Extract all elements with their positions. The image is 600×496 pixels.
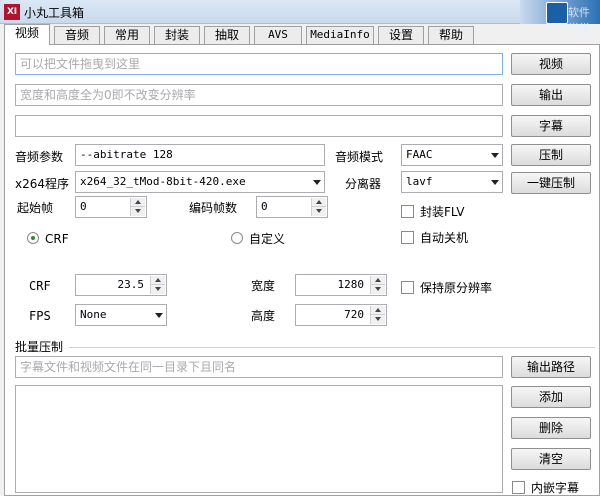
mux-flv-label: 封装FLV — [420, 205, 465, 219]
crf-spinner[interactable]: 23.5 — [75, 274, 167, 296]
custom-radio-label: 自定义 — [249, 232, 286, 246]
tab-mux[interactable]: 封装 — [154, 26, 200, 44]
audio-mode-value: FAAC — [406, 148, 433, 161]
height-value: 720 — [344, 308, 364, 321]
add-button[interactable]: 添加 — [511, 386, 591, 408]
encode-frames-value: 0 — [261, 200, 268, 213]
window-title: 小丸工具箱 — [24, 6, 85, 20]
height-label: 高度 — [251, 309, 276, 323]
tab-audio[interactable]: 音频 — [54, 26, 100, 44]
demuxer-select[interactable]: lavf — [401, 171, 503, 193]
spin-up-icon[interactable] — [371, 276, 385, 285]
keep-resolution-label: 保持原分辨率 — [420, 281, 493, 295]
spin-up-icon[interactable] — [371, 306, 385, 315]
crf-label: CRF — [29, 279, 51, 293]
one-click-compress-button[interactable]: 一键压制 — [511, 172, 591, 194]
x264-label: x264程序 — [15, 177, 70, 191]
encode-frames-spinner[interactable]: 0 — [256, 196, 328, 218]
spin-up-icon[interactable] — [312, 198, 326, 207]
batch-hint-field[interactable]: 字幕文件和视频文件在同一目录下且同名 — [15, 356, 503, 378]
watermark-logo-icon — [546, 2, 568, 24]
custom-radio[interactable] — [231, 232, 243, 244]
x264-value: x264_32_tMod-8bit-420.exe — [80, 175, 246, 188]
spin-down-icon[interactable] — [312, 207, 326, 216]
tab-common[interactable]: 常用 — [104, 26, 150, 44]
tab-extract[interactable]: 抽取 — [204, 26, 250, 44]
output-field[interactable]: 宽度和高度全为0即不改变分辨率 — [15, 84, 503, 106]
width-value: 1280 — [337, 278, 365, 291]
width-spinner[interactable]: 1280 — [295, 274, 387, 296]
tab-settings[interactable]: 设置 — [378, 26, 424, 44]
tab-video[interactable]: 视频 — [4, 24, 50, 45]
spin-up-icon[interactable] — [131, 198, 145, 207]
auto-shutdown-checkbox[interactable] — [401, 231, 414, 244]
audio-mode-label: 音频模式 — [335, 150, 384, 164]
fps-label: FPS — [29, 309, 51, 323]
spin-down-icon[interactable] — [371, 285, 385, 294]
tab-mediainfo[interactable]: MediaInfo — [306, 26, 374, 44]
video-input-field[interactable]: 可以把文件拖曳到这里 — [15, 53, 503, 75]
chevron-down-icon — [491, 180, 499, 185]
embed-subtitle-label: 内嵌字幕 — [531, 481, 580, 495]
demuxer-label: 分离器 — [345, 177, 382, 191]
demuxer-value: lavf — [406, 175, 433, 188]
batch-section-title: 批量压制 — [15, 340, 64, 354]
chevron-down-icon — [313, 180, 321, 185]
encode-frames-label: 编码帧数 — [189, 201, 238, 215]
clear-button[interactable]: 清空 — [511, 448, 591, 470]
mux-flv-checkbox[interactable] — [401, 205, 414, 218]
subtitle-field[interactable] — [15, 115, 503, 137]
fps-select[interactable]: None — [75, 304, 167, 326]
crf-radio[interactable] — [27, 232, 39, 244]
spin-down-icon[interactable] — [371, 315, 385, 324]
start-frame-label: 起始帧 — [17, 201, 54, 215]
keep-resolution-checkbox[interactable] — [401, 281, 414, 294]
subtitle-button[interactable]: 字幕 — [511, 115, 591, 137]
video-button[interactable]: 视频 — [511, 53, 591, 75]
delete-button[interactable]: 删除 — [511, 417, 591, 439]
watermark: 软件学堂 — [520, 0, 600, 35]
app-icon: Ⅺ — [4, 4, 20, 20]
spin-down-icon[interactable] — [131, 207, 145, 216]
chevron-down-icon — [491, 153, 499, 158]
output-button[interactable]: 输出 — [511, 84, 591, 106]
start-frame-spinner[interactable]: 0 — [75, 196, 147, 218]
tab-help[interactable]: 帮助 — [428, 26, 474, 44]
x264-select[interactable]: x264_32_tMod-8bit-420.exe — [75, 171, 325, 193]
video-panel: 可以把文件拖曳到这里 视频 宽度和高度全为0即不改变分辨率 输出 字幕 音频参数… — [4, 44, 600, 496]
fps-value: None — [80, 308, 107, 321]
tab-avs[interactable]: AVS — [254, 26, 302, 44]
audio-mode-select[interactable]: FAAC — [401, 144, 503, 166]
crf-value: 23.5 — [117, 278, 145, 291]
height-spinner[interactable]: 720 — [295, 304, 387, 326]
start-frame-value: 0 — [80, 200, 87, 213]
output-path-button[interactable]: 输出路径 — [511, 356, 591, 378]
auto-shutdown-label: 自动关机 — [420, 231, 469, 245]
spin-down-icon[interactable] — [151, 285, 165, 294]
spin-up-icon[interactable] — [151, 276, 165, 285]
compress-button[interactable]: 压制 — [511, 144, 591, 166]
width-label: 宽度 — [251, 279, 276, 293]
embed-subtitle-checkbox[interactable] — [512, 481, 525, 494]
title-bar: Ⅺ 小丸工具箱 软件学堂 — [0, 0, 600, 35]
chevron-down-icon — [155, 313, 163, 318]
watermark-text: 软件学堂 — [568, 6, 590, 35]
audio-params-input[interactable]: --abitrate 128 — [75, 144, 325, 166]
batch-divider — [69, 347, 595, 348]
batch-file-list[interactable] — [15, 385, 503, 493]
crf-radio-label: CRF — [45, 232, 69, 246]
audio-params-label: 音频参数 — [15, 150, 64, 164]
